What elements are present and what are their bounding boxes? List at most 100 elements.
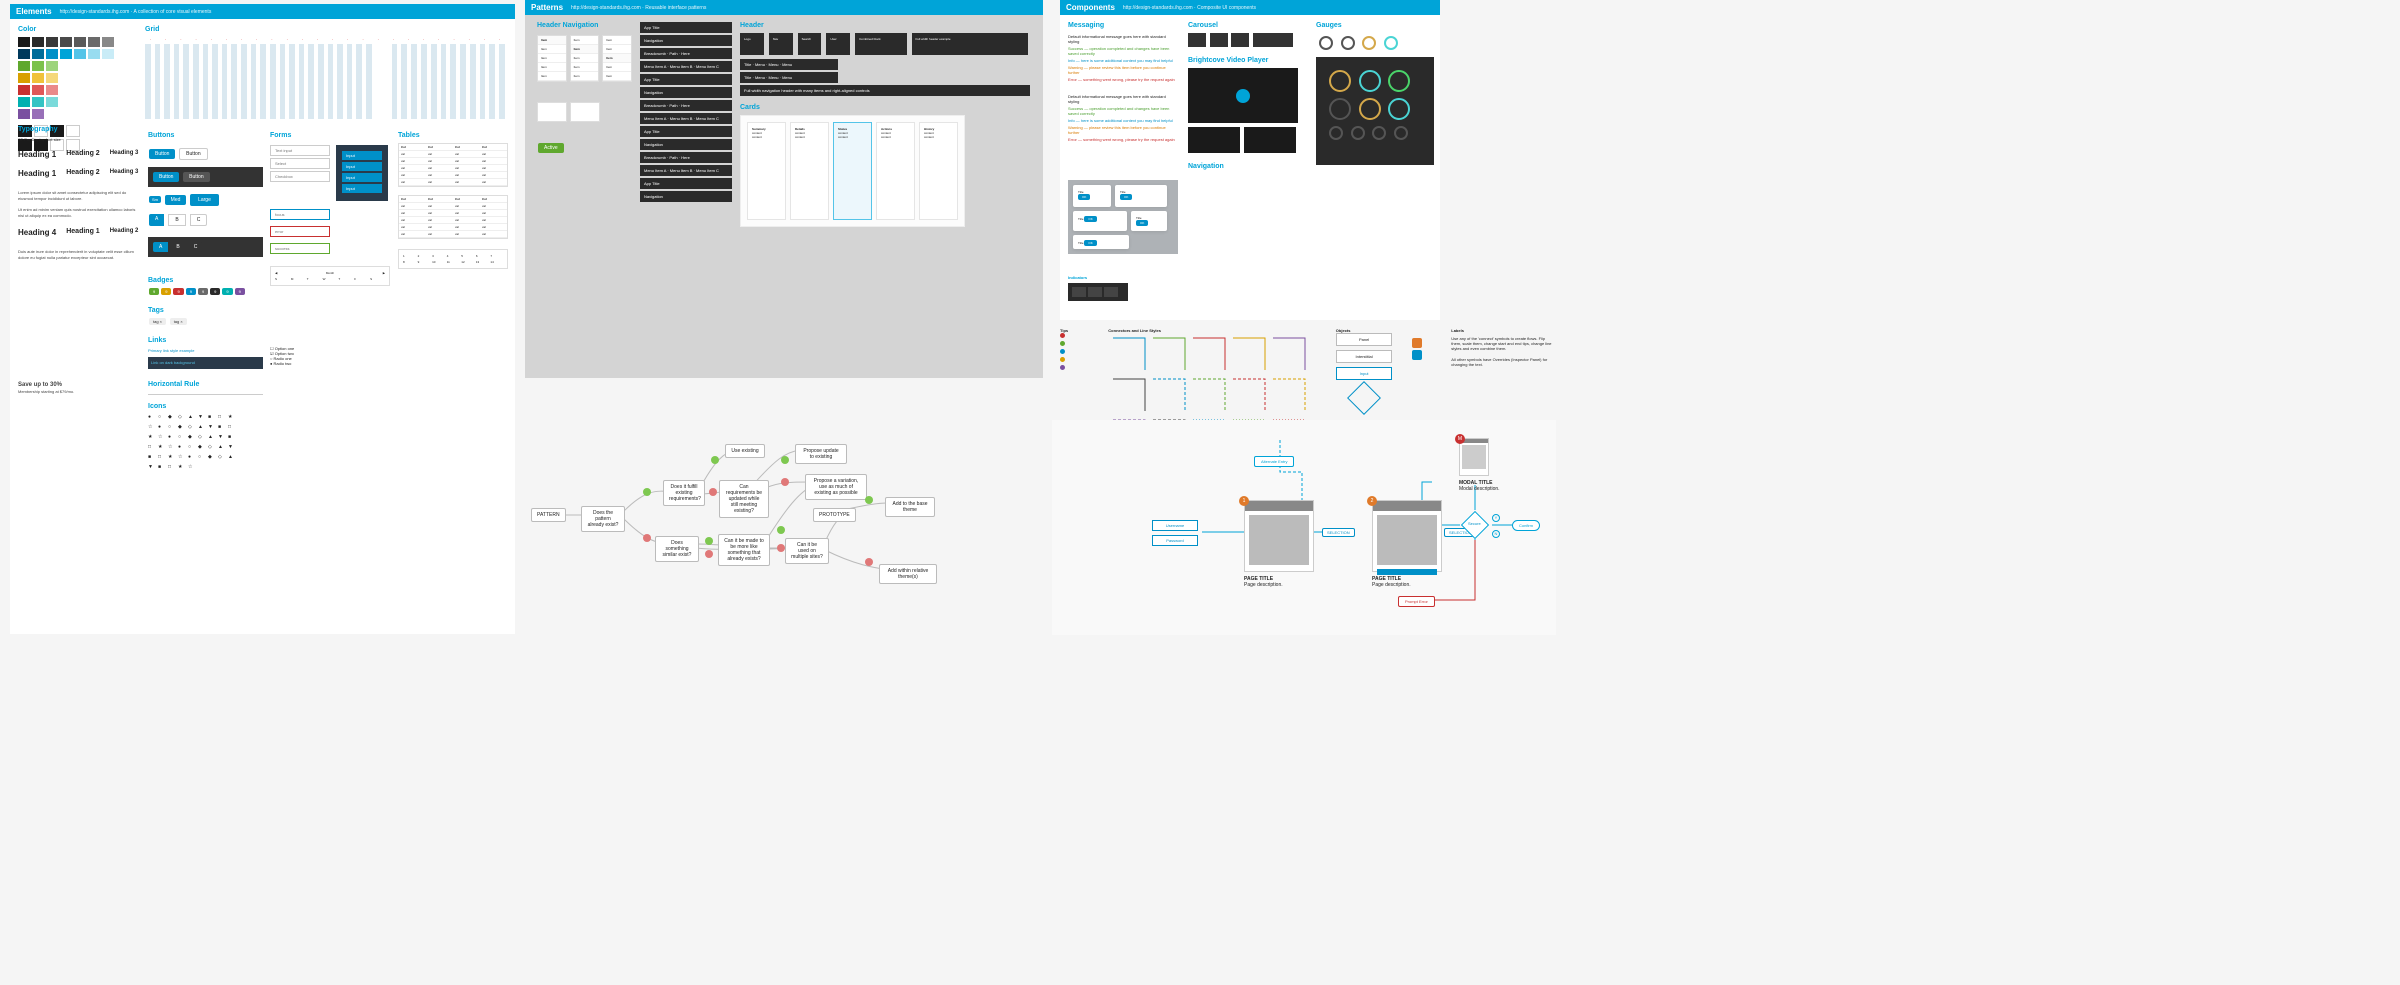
header-bar-full-1[interactable]: Title · Menu · Menu · Menu [740,59,838,70]
dark-input-2[interactable]: Input [342,162,382,171]
modal-1[interactable]: TitleOK [1073,185,1111,207]
radio-2[interactable]: ● Radio two [270,361,390,366]
card-4[interactable]: Actionscontentcontent [876,122,915,220]
btn-md[interactable]: Med [165,195,187,205]
card-3-active[interactable]: Statuscontentcontent [833,122,872,220]
input-success[interactable] [270,243,330,254]
carousel-thumbs[interactable] [1188,33,1308,49]
btn-on-dark-1[interactable]: Button [153,172,179,182]
connector-sample [1150,335,1186,371]
wireframe-b[interactable] [1372,500,1442,572]
card-5[interactable]: Historycontentcontent [919,122,958,220]
video-player-3[interactable] [1244,127,1296,153]
carousel-thumb-3[interactable] [1231,33,1249,47]
btn-grp-1[interactable]: A [149,214,164,226]
header-bar[interactable]: Navigation [640,191,732,202]
input-error[interactable] [270,226,330,237]
gauge-4 [1329,98,1351,120]
icon: ◇ [198,434,204,440]
video-player-2[interactable] [1188,127,1240,153]
message-line: Default informational message goes here … [1068,93,1178,105]
header-bar[interactable]: Menu Item A · Menu Item B · Menu Item C [640,165,732,176]
tag-1[interactable]: tag × [149,318,166,325]
header-bar[interactable]: Menu Item A · Menu Item B · Menu Item C [640,61,732,72]
btn-secondary[interactable]: Button [179,148,207,160]
dark-input-1[interactable]: Input [342,151,382,160]
link-on-dark[interactable]: Link on dark background [151,360,195,365]
header-tile-5[interactable]: Combined block [855,33,906,55]
button-groups-dark: ABC [148,237,263,257]
wf-b-cta[interactable] [1377,569,1437,575]
calendar-widget[interactable]: ◀Month▶ SMTWTFS [270,266,390,286]
brightcove-title: Brightcove Video Player [1188,57,1308,64]
icon: ◆ [198,444,204,450]
prompt-error-pill: Prompt Error [1398,596,1435,607]
nav-tabs-1[interactable] [537,102,567,122]
gauge-row-light [1316,33,1434,53]
promo-headline: Save up to 30% [18,381,140,389]
header-bar[interactable]: Menu Item A · Menu Item B · Menu Item C [640,113,732,124]
btn-lg[interactable]: Large [190,194,219,206]
header-tile-2[interactable]: Nav [769,33,793,55]
header-bar[interactable]: App Title [640,74,732,85]
heading-samples-2: Heading 4Heading 1Heading 2 [18,228,140,241]
header-tile-3[interactable]: Search [798,33,822,55]
heading-sample: Heading 1 [18,150,56,159]
carousel-thumb-1[interactable] [1188,33,1206,47]
header-bar-full-2[interactable]: Title · Menu · Menu · Menu [740,72,838,83]
card-2[interactable]: Detailscontentcontent [790,122,829,220]
carousel-thumb-wide[interactable] [1253,33,1293,47]
text-input[interactable] [270,145,330,156]
modal-3[interactable]: Title OK [1073,211,1127,231]
connector-sample [1230,335,1266,371]
nav-tabs-2[interactable] [570,102,600,122]
header-bar[interactable]: App Title [640,22,732,33]
header-bar[interactable]: App Title [640,126,732,137]
btn-on-dark-2[interactable]: Button [183,172,209,182]
calendar-table[interactable]: 1234567 891011121314 [398,249,508,269]
icon: ● [148,414,154,420]
node-propose-variation: Propose a variation, use as much of exis… [805,474,867,500]
carousel-thumb-2[interactable] [1210,33,1228,47]
header-bar[interactable]: App Title [640,178,732,189]
section-indicators: Indicators [1068,275,1128,301]
input-username[interactable]: Username [1152,520,1198,531]
play-icon[interactable] [1236,89,1250,103]
modal-2[interactable]: TitleOK [1115,185,1167,207]
nav-btn-green[interactable]: Active [538,143,564,153]
tag-2[interactable]: tag × [170,318,187,325]
header-bar[interactable]: Navigation [640,35,732,46]
dark-input-4[interactable]: Input [342,184,382,193]
flow-yes-1 [643,488,651,496]
card-1[interactable]: Summarycontentcontent [747,122,786,220]
wireframe-modal[interactable] [1459,438,1489,476]
header-bar[interactable]: Breadcrumb · Path · Here [640,100,732,111]
header-bar-full-3[interactable]: Full width navigation header with many i… [740,85,1030,96]
modal-5[interactable]: Title OK [1073,235,1129,249]
modal-4[interactable]: TitleOK [1131,211,1167,231]
input-password[interactable]: Password [1152,535,1198,546]
input-focus[interactable] [270,209,330,220]
typo-body-sample-2: Ut enim ad minim veniam quis nostrud exe… [18,207,140,218]
video-player-1[interactable] [1188,68,1298,123]
header-tile-1[interactable]: Logo [740,33,764,55]
link-sample-1[interactable]: Primary link style example [148,348,263,354]
btn-grp-3[interactable]: C [190,214,208,226]
messaging-samples-2: Default informational message goes here … [1068,93,1178,143]
btn-primary[interactable]: Button [149,149,175,159]
header-tile-6[interactable]: Full width header example [912,33,1028,55]
wireframe-a[interactable] [1244,500,1314,572]
header-bar[interactable]: Navigation [640,87,732,98]
header-bar[interactable]: Navigation [640,139,732,150]
node-add-relative: Add within relative theme(s) [879,564,937,584]
btn-sm[interactable]: Sm [149,196,161,203]
select-input[interactable] [270,158,330,169]
header-tile-4[interactable]: User [826,33,850,55]
section-buttons: Buttons Button Button Button Button Sm M… [148,132,263,470]
icon: ▲ [218,444,224,450]
header-bar[interactable]: Breadcrumb · Path · Here [640,48,732,59]
checkbox-input[interactable] [270,171,330,182]
header-bar[interactable]: Breadcrumb · Path · Here [640,152,732,163]
dark-input-3[interactable]: Input [342,173,382,182]
btn-grp-2[interactable]: B [168,214,185,226]
